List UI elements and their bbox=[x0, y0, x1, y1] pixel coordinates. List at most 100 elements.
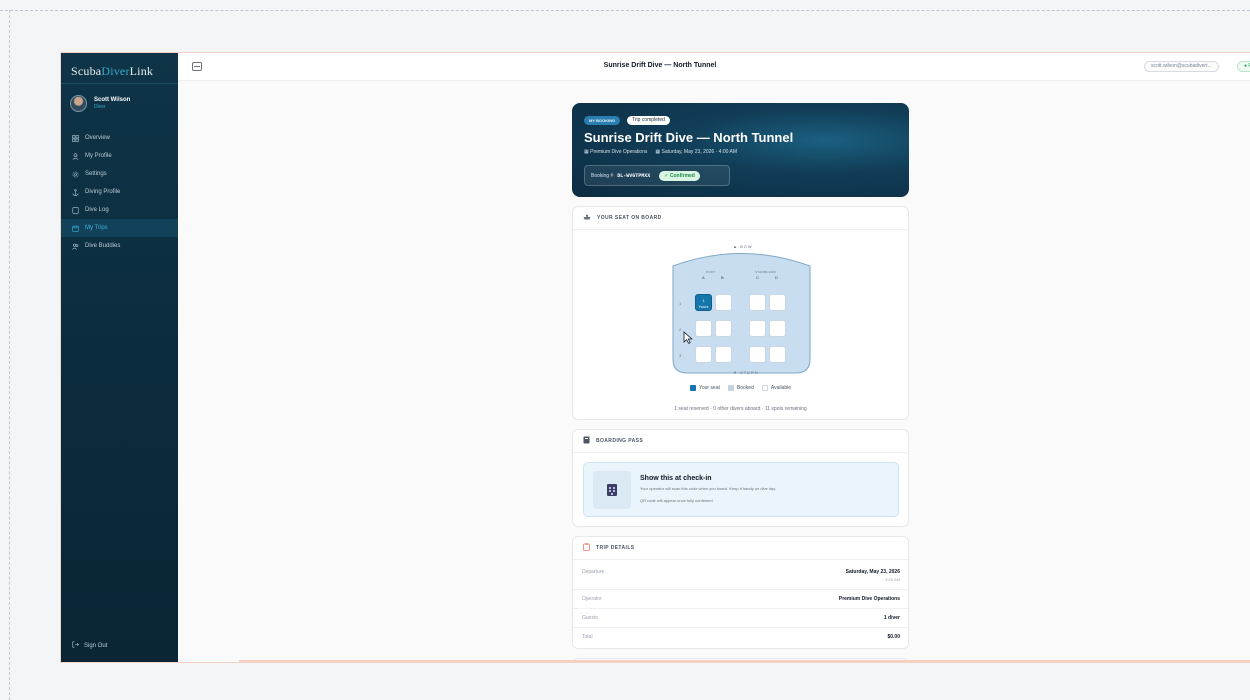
column-a-label: A bbox=[702, 275, 705, 280]
seat-1b[interactable] bbox=[715, 294, 732, 311]
sidebar-item-overview[interactable]: Overview bbox=[61, 129, 178, 147]
seat-2a[interactable] bbox=[695, 320, 712, 337]
sign-out-label: Sign Out bbox=[84, 642, 108, 649]
stern-label: ▼ STERN bbox=[733, 370, 759, 375]
avatar bbox=[70, 94, 87, 112]
detail-row-departure: Departure Saturday, May 23, 2026 4:00 AM bbox=[582, 569, 900, 582]
check-in-note: QR code will appear once fully confirmed bbox=[640, 498, 713, 503]
legend-swatch-booked bbox=[727, 385, 734, 391]
trip-details-card: TRIP DETAILS Departure Saturday, May 23,… bbox=[572, 536, 909, 649]
detail-divider bbox=[573, 589, 908, 590]
boat-hull bbox=[672, 253, 811, 374]
seat-legend: Your seat Booked Available bbox=[573, 385, 908, 391]
booking-number[interactable]: DL-WVGTPMXX bbox=[617, 173, 650, 179]
sidebar-item-label: Dive Buddies bbox=[85, 243, 121, 249]
app-bottom-border bbox=[239, 660, 1250, 662]
gear-icon bbox=[72, 171, 79, 178]
boat-icon bbox=[583, 214, 591, 222]
user-icon bbox=[72, 152, 79, 160]
top-bar: Sunrise Drift Dive — North Tunnel scott.… bbox=[178, 53, 1250, 81]
sidebar: ScubaDiverLink Scott Wilson Diver Overvi… bbox=[61, 53, 178, 662]
anchor-icon bbox=[72, 188, 79, 196]
sidebar-item-my-trips[interactable]: My Trips bbox=[61, 219, 178, 237]
sidebar-item-dive-log[interactable]: Dive Log bbox=[61, 201, 178, 219]
clipboard-icon bbox=[583, 543, 590, 553]
legend-available: Available bbox=[761, 385, 792, 391]
legend-your-seat: Your seat bbox=[689, 385, 720, 391]
row-3-label: 3 bbox=[679, 353, 682, 358]
seat-1c[interactable] bbox=[749, 294, 766, 311]
users-icon bbox=[72, 243, 79, 250]
seat-1a-yours[interactable]: 1 Yours bbox=[695, 294, 712, 311]
booking-hero-card: MY BOOKING Trip completed Sunrise Drift … bbox=[572, 103, 909, 197]
detail-label: Departure bbox=[582, 569, 605, 575]
operator-name: Premium Dive Operations bbox=[590, 149, 648, 155]
legend-label: Available bbox=[770, 385, 792, 391]
legend-swatch-available bbox=[761, 385, 768, 391]
detail-value: 1 diver bbox=[883, 615, 900, 621]
legend-label: Your seat bbox=[698, 385, 720, 391]
booking-number-box: Booking # DL-WVGTPMXX ✓ Confirmed bbox=[584, 165, 730, 186]
detail-label: Operator bbox=[582, 596, 602, 602]
seat-3c[interactable] bbox=[749, 346, 766, 363]
column-b-label: B bbox=[721, 275, 724, 280]
user-name: Scott Wilson bbox=[94, 96, 131, 103]
seat-1d[interactable] bbox=[769, 294, 786, 311]
seat-2b[interactable] bbox=[715, 320, 732, 337]
port-label: PORT bbox=[706, 270, 716, 274]
row-2-label: 2 bbox=[679, 327, 682, 332]
sidebar-nav: Overview My Profile Settings Diving Prof… bbox=[61, 129, 178, 255]
boat-diagram: PORT STARBOARD A B C D 1 2 3 1 Yours bbox=[669, 247, 814, 382]
sign-out-button[interactable]: Sign Out bbox=[72, 641, 107, 650]
seat-2d[interactable] bbox=[769, 320, 786, 337]
sidebar-item-label: My Trips bbox=[85, 225, 108, 231]
detail-label: Total bbox=[582, 634, 593, 640]
account-email-chip[interactable]: scott.wilson@scubadivert... bbox=[1144, 61, 1219, 72]
seat-3a[interactable] bbox=[695, 346, 712, 363]
seat-number: 1 bbox=[702, 298, 705, 303]
seat-2c[interactable] bbox=[749, 320, 766, 337]
seat-card-header: YOUR SEAT ON BOARD bbox=[573, 207, 908, 230]
main-content: MY BOOKING Trip completed Sunrise Drift … bbox=[178, 81, 1250, 662]
detail-value: $0.00 bbox=[887, 634, 900, 640]
brand-logo[interactable]: ScubaDiverLink bbox=[71, 64, 153, 79]
grid-icon bbox=[72, 134, 79, 142]
sidebar-item-label: My Profile bbox=[85, 153, 112, 159]
check-in-title: Show this at check-in bbox=[640, 475, 712, 482]
user-role: Diver bbox=[94, 103, 106, 110]
detail-divider bbox=[573, 608, 908, 609]
trip-details-title: TRIP DETAILS bbox=[596, 545, 635, 551]
brand-part-1: Scuba bbox=[71, 64, 102, 78]
seat-card-title: YOUR SEAT ON BOARD bbox=[597, 215, 662, 221]
sidebar-item-diving-profile[interactable]: Diving Profile bbox=[61, 183, 178, 201]
sidebar-item-settings[interactable]: Settings bbox=[61, 165, 178, 183]
user-profile[interactable]: Scott Wilson Diver bbox=[70, 93, 130, 113]
qr-code-icon bbox=[607, 484, 617, 496]
seat-summary: 1 seat reserved · 0 other divers aboard … bbox=[674, 406, 807, 412]
page-frame-left bbox=[9, 10, 10, 700]
detail-row-guests: Guests 1 diver bbox=[582, 615, 900, 621]
booking-label: Booking # bbox=[591, 172, 614, 179]
trip-status-badge: Trip completed bbox=[627, 116, 670, 125]
location-chip[interactable]: ● Playa del Carmen · Ze bbox=[1237, 61, 1250, 72]
seat-3d[interactable] bbox=[769, 346, 786, 363]
sidebar-divider bbox=[61, 83, 178, 84]
check-in-box: Show this at check-in Your operator will… bbox=[583, 462, 899, 517]
seat-3b[interactable] bbox=[715, 346, 732, 363]
column-d-label: D bbox=[775, 275, 778, 280]
confirmed-badge: ✓ Confirmed bbox=[659, 170, 700, 181]
seat-yours-label: Yours bbox=[698, 304, 709, 309]
check-in-subtitle: Your operator will scan this code when y… bbox=[640, 486, 777, 491]
legend-swatch-yours bbox=[689, 385, 696, 391]
logout-icon bbox=[72, 641, 79, 650]
trip-column: MY BOOKING Trip completed Sunrise Drift … bbox=[572, 103, 909, 662]
sidebar-item-label: Settings bbox=[85, 171, 107, 177]
brand-part-3: Link bbox=[129, 64, 154, 78]
detail-row-total: Total $0.00 bbox=[582, 634, 900, 640]
seat-card: YOUR SEAT ON BOARD ▲ BOW PORT STARBOARD … bbox=[572, 206, 909, 420]
boarding-pass-card: BOARDING PASS Show this at check-in Your… bbox=[572, 429, 909, 527]
detail-divider bbox=[573, 627, 908, 628]
starboard-label: STARBOARD bbox=[755, 270, 777, 274]
sidebar-item-my-profile[interactable]: My Profile bbox=[61, 147, 178, 165]
sidebar-item-dive-buddies[interactable]: Dive Buddies bbox=[61, 237, 178, 255]
